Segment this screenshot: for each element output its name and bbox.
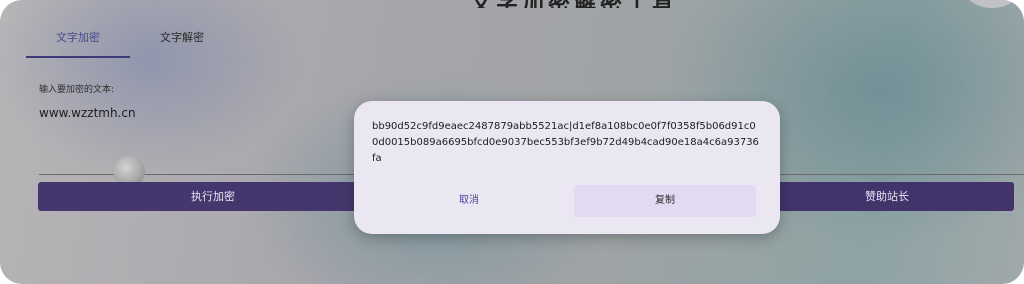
text-input[interactable]: www.wzztmh.cn [39, 106, 136, 120]
app-window: 文字加密解密工具 文字加密 文字解密 输入要加密的文本: www.wzztmh.… [0, 0, 1024, 284]
result-dialog: bb90d52c9fd9eaec2487879abb5521ac|d1ef8a1… [354, 101, 780, 234]
tab-decrypt[interactable]: 文字解密 [130, 24, 234, 56]
cancel-button[interactable]: 取消 [374, 185, 564, 217]
sponsor-button[interactable]: 赞助站长 [760, 182, 1014, 211]
decorative-circle [962, 0, 1022, 8]
encrypt-button[interactable]: 执行加密 [38, 182, 388, 211]
page-title: 文字加密解密工具 [470, 0, 670, 8]
encrypted-result-text: bb90d52c9fd9eaec2487879abb5521ac|d1ef8a1… [372, 121, 759, 164]
input-label: 输入要加密的文本: [39, 85, 115, 95]
tab-encrypt[interactable]: 文字加密 [26, 24, 130, 58]
copy-button[interactable]: 复制 [574, 185, 756, 217]
tab-bar: 文字加密 文字解密 [26, 24, 234, 58]
